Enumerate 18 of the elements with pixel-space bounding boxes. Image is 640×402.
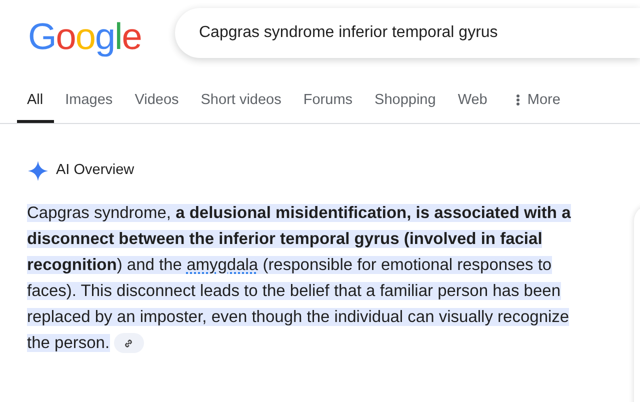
more-menu[interactable]: More <box>498 90 572 123</box>
overview-paragraph: Capgras syndrome, a delusional misidentification, is associated with a disconnect between the inferior temporal gyrus (involved in facial recognition) and the amygdala (responsible for emotional responses to faces). This disconnect leads to the belief that a familiar person has been replaced by an imposter, even though the individual can visually recognize the person. <box>27 202 572 356</box>
term-link[interactable]: amygdala <box>186 256 258 274</box>
search-tab[interactable]: Forums <box>292 90 364 123</box>
section-title: AI Overview <box>56 161 134 180</box>
more-vert-icon <box>516 94 520 106</box>
sparkle-icon <box>28 160 48 181</box>
search-tab[interactable]: Images <box>54 90 124 123</box>
search-field[interactable]: Capgras syndrome inferior temporal gyrus <box>197 20 640 46</box>
search-tab[interactable]: Short videos <box>190 90 292 123</box>
search-tab[interactable]: Web <box>446 90 498 123</box>
search-tab[interactable]: All <box>17 90 54 123</box>
search-tab[interactable]: Videos <box>124 90 190 123</box>
source-link-button[interactable] <box>114 333 144 354</box>
link-icon <box>123 338 134 349</box>
search-tab[interactable]: Shopping <box>364 90 447 123</box>
google-logo[interactable]: Google <box>28 18 148 55</box>
search-bar[interactable]: Capgras syndrome inferior temporal gyrus <box>175 8 640 58</box>
